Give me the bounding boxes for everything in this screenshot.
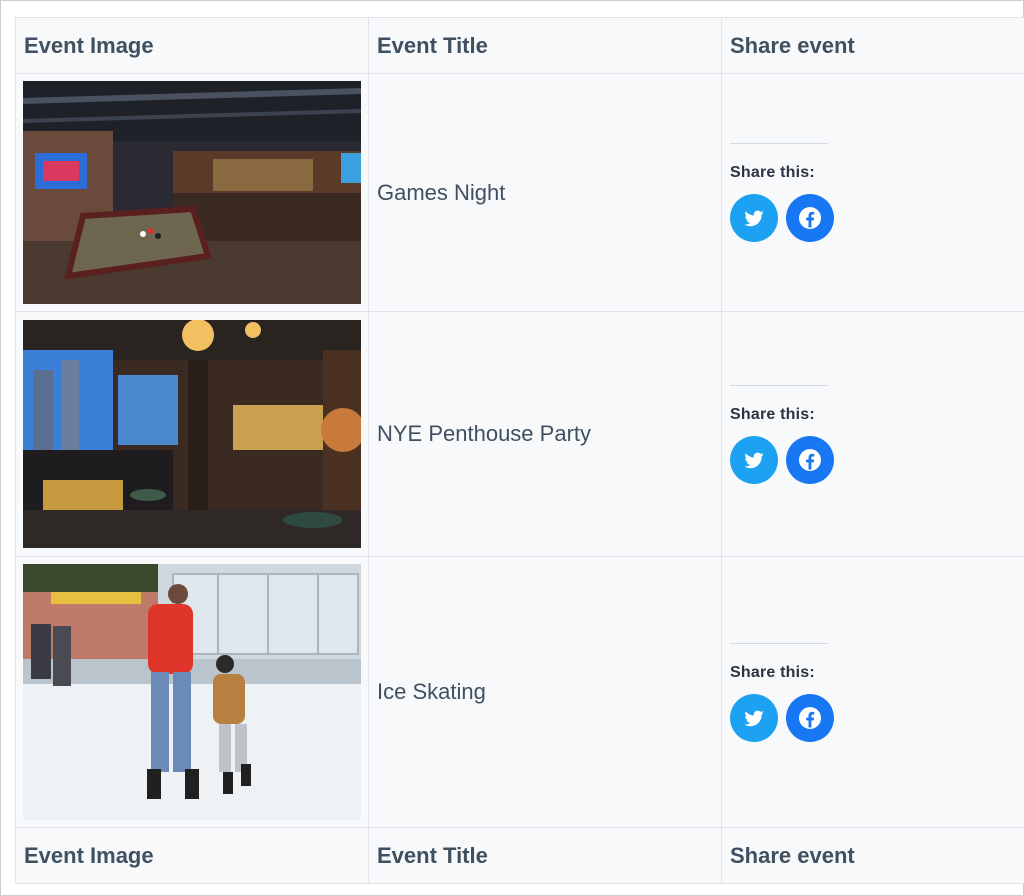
facebook-share-button[interactable] [786,194,834,242]
header-event-image: Event Image [15,17,369,74]
event-image-cell [15,556,369,828]
table-row: Ice Skating Share this: [15,556,1024,828]
event-title-ice-skating: Ice Skating [368,556,722,828]
share-divider [730,143,828,144]
twitter-icon [744,452,764,468]
twitter-share-button[interactable] [730,435,778,484]
share-divider [730,384,828,386]
facebook-icon [799,448,821,471]
share-icons [730,194,1024,242]
share-divider [730,642,828,644]
event-image-cell [15,73,369,312]
share-label: Share this: [730,164,815,181]
table-row: Games Night Share this: [15,73,1024,312]
table-header-row: Event Image Event Title Share event [15,17,1024,74]
twitter-icon [744,210,764,227]
footer-share-event: Share event [721,827,1024,884]
billiards-bar-photo[interactable] [23,81,361,304]
table-footer-row: Event Image Event Title Share event [15,827,1024,884]
event-title-games-night: Games Night [368,73,722,312]
footer-event-image: Event Image [15,827,369,884]
twitter-share-button[interactable] [730,693,778,742]
events-table: Event Image Event Title Share event Game… [15,17,1024,884]
share-cell: Share this: [721,311,1024,557]
page-frame: Event Image Event Title Share event Game… [0,0,1024,896]
twitter-icon [744,710,764,726]
footer-event-title: Event Title [368,827,722,884]
event-title-nye-penthouse-party: NYE Penthouse Party [368,311,722,557]
share-cell: Share this: [721,73,1024,312]
ice-skating-photo[interactable] [23,564,361,820]
twitter-share-button[interactable] [730,194,778,242]
share-label: Share this: [730,405,815,423]
share-cell: Share this: [721,556,1024,828]
facebook-share-button[interactable] [786,435,834,484]
share-icons [730,693,1024,742]
facebook-share-button[interactable] [786,693,834,742]
table-row: NYE Penthouse Party Share this: [15,311,1024,557]
share-label: Share this: [730,663,815,681]
share-icons [730,435,1024,484]
header-share-event: Share event [721,17,1024,74]
event-image-cell [15,311,369,557]
penthouse-lounge-photo[interactable] [23,320,361,548]
header-event-title: Event Title [368,17,722,74]
facebook-icon [799,207,821,229]
facebook-icon [799,706,821,729]
